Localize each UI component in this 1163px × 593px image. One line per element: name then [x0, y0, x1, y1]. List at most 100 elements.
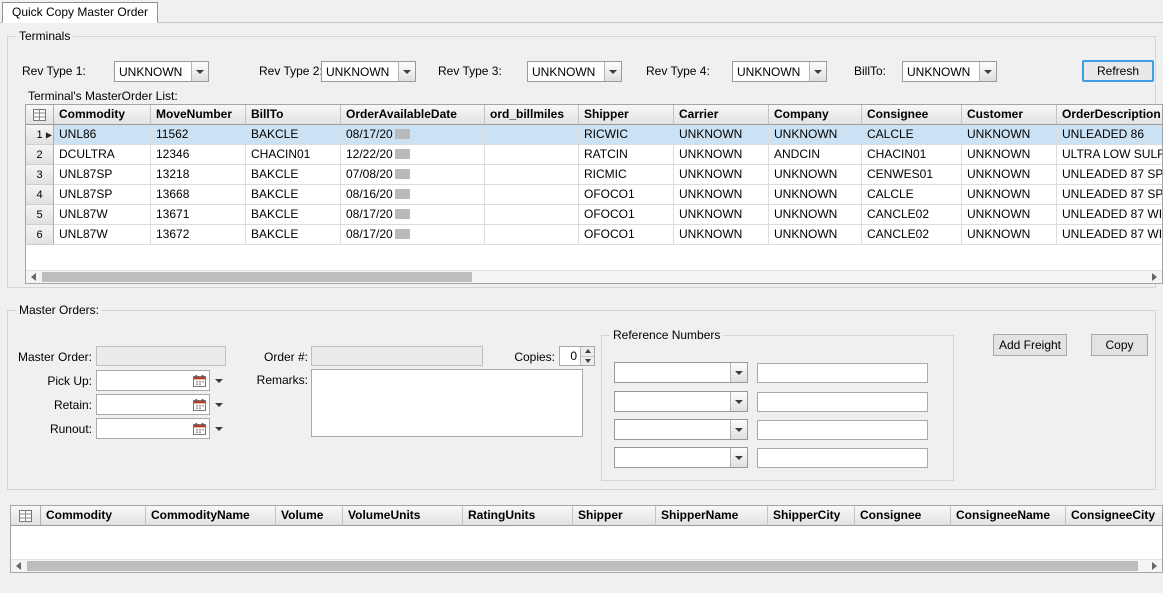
grid-cell[interactable]: BAKCLE — [246, 165, 341, 185]
column-header-volume[interactable]: Volume — [276, 506, 343, 526]
grid-cell[interactable] — [485, 145, 579, 165]
grid-cell[interactable] — [485, 225, 579, 245]
column-header-customer[interactable]: Customer — [962, 105, 1057, 125]
column-header-volumeunits[interactable]: VolumeUnits — [343, 506, 463, 526]
grid-cell[interactable]: OFOCO1 — [579, 225, 674, 245]
grid-corner-selector[interactable] — [26, 105, 54, 125]
freight-grid-hscrollbar[interactable] — [11, 559, 1162, 572]
copies-spinner[interactable]: 0 — [559, 346, 595, 366]
column-header-orderavailabledate[interactable]: OrderAvailableDate — [341, 105, 485, 125]
add-freight-button[interactable]: Add Freight — [993, 334, 1067, 356]
scroll-right-button[interactable] — [1147, 560, 1162, 572]
grid-cell[interactable]: UNLEADED 86 — [1057, 125, 1163, 145]
grid-cell[interactable]: BAKCLE — [246, 205, 341, 225]
grid-cell[interactable]: UNLEADED 87 WIN — [1057, 225, 1163, 245]
grid-cell[interactable]: DCULTRA — [54, 145, 151, 165]
grid-cell[interactable]: 11562 — [151, 125, 246, 145]
grid-cell[interactable]: 07/08/20 — [341, 165, 485, 185]
column-header-carrier[interactable]: Carrier — [674, 105, 769, 125]
column-header-consigneename[interactable]: ConsigneeName — [951, 506, 1066, 526]
billto-select[interactable]: UNKNOWN — [902, 61, 997, 82]
column-header-shippername[interactable]: ShipperName — [656, 506, 768, 526]
grid-cell[interactable]: UNKNOWN — [674, 205, 769, 225]
grid-cell[interactable]: 13671 — [151, 205, 246, 225]
pickup-date-input[interactable] — [96, 370, 226, 391]
grid-cell[interactable]: 08/16/20 — [341, 185, 485, 205]
grid-cell[interactable] — [485, 185, 579, 205]
grid-cell[interactable]: UNKNOWN — [674, 225, 769, 245]
calendar-icon[interactable] — [190, 396, 208, 413]
master-order-input[interactable] — [96, 346, 226, 366]
rev-type-4-select[interactable]: UNKNOWN — [732, 61, 827, 82]
rev-type-1-select[interactable]: UNKNOWN — [114, 61, 209, 82]
grid-cell[interactable]: 08/17/20 — [341, 205, 485, 225]
column-header-consignee[interactable]: Consignee — [855, 506, 951, 526]
scroll-left-button[interactable] — [26, 271, 41, 283]
scroll-left-button[interactable] — [11, 560, 26, 572]
calendar-icon[interactable] — [190, 372, 208, 389]
grid-cell[interactable]: UNKNOWN — [769, 165, 862, 185]
column-header-commodity[interactable]: Commodity — [41, 506, 146, 526]
column-header-ord_billmiles[interactable]: ord_billmiles — [485, 105, 579, 125]
grid-cell[interactable]: UNKNOWN — [769, 225, 862, 245]
row-header[interactable]: 5 — [26, 205, 54, 225]
grid-cell[interactable]: 12/22/20 — [341, 145, 485, 165]
dropdown-button[interactable] — [212, 418, 226, 439]
grid-cell[interactable]: 12346 — [151, 145, 246, 165]
grid-corner-selector[interactable] — [11, 506, 41, 526]
column-header-consigneecity[interactable]: ConsigneeCity — [1066, 506, 1163, 526]
grid-cell[interactable]: BAKCLE — [246, 225, 341, 245]
remarks-textarea[interactable] — [311, 369, 583, 437]
grid-cell[interactable]: BAKCLE — [246, 125, 341, 145]
grid-cell[interactable]: CALCLE — [862, 125, 962, 145]
grid-cell[interactable]: UNKNOWN — [962, 125, 1057, 145]
spin-down-button[interactable] — [581, 356, 594, 366]
column-header-shipper[interactable]: Shipper — [579, 105, 674, 125]
retain-date-input[interactable] — [96, 394, 226, 415]
column-header-orderdescription[interactable]: OrderDescription — [1057, 105, 1163, 125]
reference-number-input-3[interactable] — [757, 420, 928, 440]
runout-date-input[interactable] — [96, 418, 226, 439]
column-header-company[interactable]: Company — [769, 105, 862, 125]
grid-cell[interactable]: UNKNOWN — [962, 145, 1057, 165]
grid-cell[interactable]: ANDCIN — [769, 145, 862, 165]
masterorder-grid-hscrollbar[interactable] — [26, 270, 1162, 283]
dropdown-button[interactable] — [212, 370, 226, 391]
grid-cell[interactable]: UNLEADED 87 WIN — [1057, 205, 1163, 225]
rev-type-2-select[interactable]: UNKNOWN — [321, 61, 416, 82]
column-header-commodity[interactable]: Commodity — [54, 105, 151, 125]
grid-cell[interactable]: CALCLE — [862, 185, 962, 205]
column-header-consignee[interactable]: Consignee — [862, 105, 962, 125]
grid-cell[interactable]: RATCIN — [579, 145, 674, 165]
dropdown-button[interactable] — [604, 62, 621, 81]
dropdown-button[interactable] — [730, 448, 747, 467]
grid-cell[interactable]: UNKNOWN — [962, 165, 1057, 185]
grid-cell[interactable]: 08/17/20 — [341, 125, 485, 145]
grid-cell[interactable]: 13668 — [151, 185, 246, 205]
grid-cell[interactable]: BAKCLE — [246, 185, 341, 205]
row-header[interactable]: 1▶ — [26, 125, 54, 145]
dropdown-button[interactable] — [398, 62, 415, 81]
grid-cell[interactable]: 13218 — [151, 165, 246, 185]
grid-cell[interactable]: UNKNOWN — [962, 225, 1057, 245]
dropdown-button[interactable] — [730, 420, 747, 439]
row-header[interactable]: 6 — [26, 225, 54, 245]
grid-cell[interactable]: ULTRA LOW SULFU — [1057, 145, 1163, 165]
column-header-ratingunits[interactable]: RatingUnits — [463, 506, 573, 526]
dropdown-button[interactable] — [730, 392, 747, 411]
grid-cell[interactable]: UNKNOWN — [769, 185, 862, 205]
grid-cell[interactable]: RICWIC — [579, 125, 674, 145]
grid-cell[interactable]: UNKNOWN — [962, 185, 1057, 205]
table-row[interactable]: 4UNL87SP13668BAKCLE08/16/20OFOCO1UNKNOWN… — [26, 185, 1162, 205]
grid-cell[interactable]: CHACIN01 — [246, 145, 341, 165]
row-header[interactable]: 3 — [26, 165, 54, 185]
grid-cell[interactable] — [485, 205, 579, 225]
grid-cell[interactable]: UNKNOWN — [962, 205, 1057, 225]
grid-cell[interactable]: UNKNOWN — [674, 125, 769, 145]
grid-cell[interactable]: UNL87W — [54, 205, 151, 225]
grid-cell[interactable]: UNKNOWN — [674, 165, 769, 185]
reference-type-select-3[interactable] — [614, 419, 748, 440]
column-header-shipper[interactable]: Shipper — [573, 506, 656, 526]
grid-cell[interactable]: CENWES01 — [862, 165, 962, 185]
grid-cell[interactable]: UNLEADED 87 SPR — [1057, 185, 1163, 205]
